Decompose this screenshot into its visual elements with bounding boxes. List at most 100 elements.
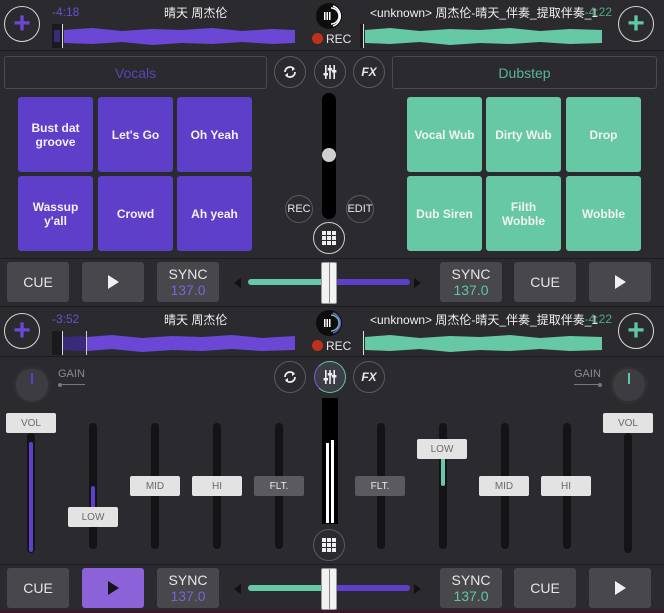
load-track-right-button[interactable]: + xyxy=(618,313,654,349)
play-button-left-active[interactable] xyxy=(82,568,144,608)
plus-icon: + xyxy=(13,314,31,347)
vol-fader-right-track[interactable] xyxy=(624,433,632,553)
plus-icon: + xyxy=(13,7,31,40)
sample-pad[interactable]: Bust dat groove xyxy=(18,97,93,172)
sync-label: SYNC xyxy=(451,572,491,588)
record-label[interactable]: REC xyxy=(326,339,351,353)
low-fader-left-handle[interactable]: LOW xyxy=(68,507,118,527)
sample-category-left[interactable]: Vocals xyxy=(4,56,267,89)
sample-pad[interactable]: Dirty Wub xyxy=(486,97,561,172)
crossfader-track-left[interactable] xyxy=(248,279,328,285)
hi-fader-right-handle[interactable]: HI xyxy=(541,476,591,496)
loop-icon xyxy=(284,371,296,383)
load-track-left-button[interactable]: + xyxy=(4,6,40,42)
sync-label: SYNC xyxy=(168,572,208,588)
cue-button-left[interactable]: CUE xyxy=(7,262,69,302)
divider xyxy=(0,356,664,357)
sample-pad[interactable]: Ah yeah xyxy=(177,176,252,251)
mid-fader-right-handle[interactable]: MID xyxy=(479,476,529,496)
cue-button-right[interactable]: CUE xyxy=(514,568,576,608)
sync-button-left[interactable]: SYNC 137.0 xyxy=(157,568,219,608)
filter-fader-left-handle[interactable]: FLT. xyxy=(254,476,304,496)
cue-label: CUE xyxy=(530,580,560,596)
bottom-track-header: + -3:52 晴天 周杰伦 REC <unknown> 周杰伦-晴天_伴奏_提… xyxy=(0,307,664,357)
sample-pad[interactable]: Filth Wobble xyxy=(486,176,561,251)
level-meter-left-bar xyxy=(326,443,329,523)
vol-fader-left-level xyxy=(29,442,33,552)
waveform-left[interactable] xyxy=(52,24,297,48)
divider xyxy=(0,564,664,565)
record-label[interactable]: REC xyxy=(326,32,351,46)
bpm-value-left: 137.0 xyxy=(170,282,206,298)
pad-grid-button[interactable] xyxy=(313,529,345,561)
sample-pad[interactable]: Drop xyxy=(566,97,641,172)
low-fader-right-handle[interactable]: LOW xyxy=(417,439,467,459)
mixer-toggle-button-active[interactable] xyxy=(314,361,346,393)
sample-pad[interactable]: Dub Siren xyxy=(407,176,482,251)
gain-knob-left[interactable] xyxy=(15,368,49,402)
mixer-toggle-button[interactable] xyxy=(314,56,346,88)
plus-icon: + xyxy=(627,314,645,347)
sync-label: SYNC xyxy=(451,266,491,282)
track-title-right: <unknown> 周杰伦-晴天_伴奏_提取伴奏_1 xyxy=(370,6,599,20)
record-indicator-icon[interactable] xyxy=(312,33,323,44)
track-title-right: <unknown> 周杰伦-晴天_伴奏_提取伴奏_1 xyxy=(370,313,599,327)
sample-category-right[interactable]: Dubstep xyxy=(392,56,657,89)
cue-button-right[interactable]: CUE xyxy=(514,262,576,302)
gain-indicator-line xyxy=(60,384,85,385)
filter-fader-right-handle[interactable]: FLT. xyxy=(355,476,405,496)
gain-label-left: GAIN xyxy=(58,368,85,380)
crossfader-track-right[interactable] xyxy=(330,279,410,285)
play-icon xyxy=(107,581,119,595)
play-icon xyxy=(107,275,119,289)
crossfader-track-right[interactable] xyxy=(330,585,410,591)
sync-loop-button[interactable] xyxy=(274,56,306,88)
sample-pad[interactable]: Wobble xyxy=(566,176,641,251)
sampler-volume-handle[interactable] xyxy=(322,148,336,162)
fx-button[interactable]: FX xyxy=(353,361,385,393)
play-button-right[interactable] xyxy=(589,568,651,608)
crossfader-handle[interactable] xyxy=(321,262,337,304)
bpm-value-left: 137.0 xyxy=(170,588,206,604)
vol-fader-left-handle[interactable]: VOL xyxy=(6,413,56,433)
hi-fader-left-handle[interactable]: HI xyxy=(192,476,242,496)
crossfader-handle[interactable] xyxy=(321,568,337,610)
gain-label-right: GAIN xyxy=(574,368,601,380)
gain-knob-right[interactable] xyxy=(612,368,646,402)
plus-icon: + xyxy=(627,7,645,40)
mid-fader-left-handle[interactable]: MID xyxy=(130,476,180,496)
fx-button[interactable]: FX xyxy=(353,56,385,88)
sample-pad[interactable]: Vocal Wub xyxy=(407,97,482,172)
sampler-rec-button[interactable]: REC xyxy=(285,195,313,223)
waveform-left[interactable] xyxy=(52,331,297,355)
cue-label: CUE xyxy=(530,274,560,290)
vinyl-icon[interactable] xyxy=(316,310,342,336)
record-indicator-icon[interactable] xyxy=(312,340,323,351)
sample-pad[interactable]: Let's Go xyxy=(98,97,173,172)
load-track-right-button[interactable]: + xyxy=(618,6,654,42)
load-track-left-button[interactable]: + xyxy=(4,313,40,349)
sample-pad[interactable]: Wassup y'all xyxy=(18,176,93,251)
vinyl-icon[interactable] xyxy=(316,3,342,29)
sample-pad[interactable]: Oh Yeah xyxy=(177,97,252,172)
sync-button-left[interactable]: SYNC 137.0 xyxy=(157,262,219,302)
sliders-icon xyxy=(323,65,337,79)
sync-button-right[interactable]: SYNC 137.0 xyxy=(440,568,502,608)
sync-button-right[interactable]: SYNC 137.0 xyxy=(440,262,502,302)
crossfader-track-left[interactable] xyxy=(248,585,328,591)
cue-button-left[interactable]: CUE xyxy=(7,568,69,608)
waveform-right[interactable] xyxy=(360,331,605,355)
waveform-right[interactable] xyxy=(360,24,605,48)
vol-fader-right-handle[interactable]: VOL xyxy=(603,413,653,433)
pad-grid-button[interactable] xyxy=(313,222,345,254)
play-button-right[interactable] xyxy=(589,262,651,302)
time-remaining-left: -3:52 xyxy=(52,312,80,326)
track-title-left: 晴天 周杰伦 xyxy=(164,6,228,20)
sample-pad[interactable]: Crowd xyxy=(98,176,173,251)
cue-label: CUE xyxy=(23,580,53,596)
sampler-edit-button[interactable]: EDIT xyxy=(346,195,374,223)
gain-indicator-line xyxy=(574,384,599,385)
time-remaining-left: -4:18 xyxy=(52,5,80,19)
sync-loop-button[interactable] xyxy=(274,361,306,393)
play-button-left[interactable] xyxy=(82,262,144,302)
